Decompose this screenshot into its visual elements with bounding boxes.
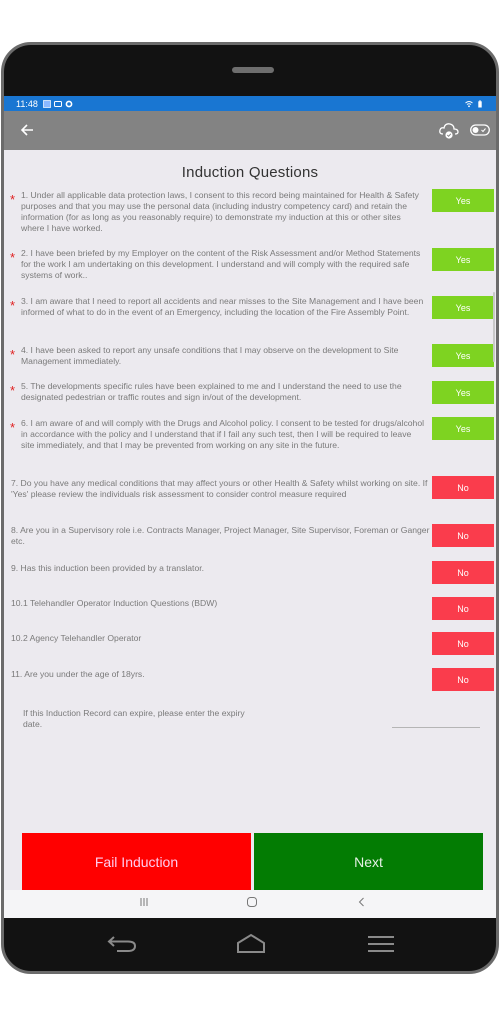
- system-nav-bar: [4, 890, 496, 918]
- question-text: 5. The developments specific rules have …: [21, 381, 402, 402]
- answer-toggle-button[interactable]: No: [432, 476, 494, 499]
- back-arrow-icon[interactable]: [106, 933, 138, 955]
- app-bar: [4, 111, 496, 150]
- question-text: 9. Has this induction been provided by a…: [11, 563, 204, 573]
- answer-toggle-button[interactable]: No: [432, 632, 494, 655]
- question-text: 8. Are you in a Supervisory role i.e. Co…: [11, 525, 430, 546]
- page-title: Induction Questions: [181, 164, 319, 181]
- nfc-icon: [43, 99, 51, 108]
- menu-icon[interactable]: [366, 933, 396, 955]
- question-text: 1. Under all applicable data protection …: [21, 190, 419, 233]
- expiry-date-input[interactable]: [392, 722, 480, 728]
- answer-toggle-button[interactable]: Yes: [432, 248, 494, 271]
- answer-toggle-button[interactable]: No: [432, 597, 494, 620]
- back-icon[interactable]: [356, 896, 368, 908]
- screen: 11:48 Induction Questions * 1. Under all…: [4, 96, 496, 918]
- battery-icon: [478, 99, 482, 107]
- answer-toggle-button[interactable]: Yes: [432, 417, 494, 440]
- answer-toggle-button[interactable]: Yes: [432, 344, 494, 367]
- hardware-home-icon[interactable]: [236, 933, 266, 955]
- wifi-icon: [465, 100, 473, 107]
- settings-icon: [65, 100, 73, 107]
- status-bar: 11:48: [4, 96, 496, 111]
- required-asterisk-icon: *: [10, 250, 16, 265]
- answer-toggle-button[interactable]: Yes: [432, 189, 494, 212]
- answer-toggle-button[interactable]: No: [432, 561, 494, 584]
- arrow-left-icon[interactable]: [18, 121, 36, 139]
- cloud-sync-icon[interactable]: [438, 120, 460, 140]
- question-text: 10.1 Telehandler Operator Induction Ques…: [11, 598, 218, 608]
- device-frame: 11:48 Induction Questions * 1. Under all…: [1, 42, 499, 974]
- answer-toggle-button[interactable]: No: [432, 668, 494, 691]
- toggle-icon[interactable]: [470, 123, 490, 136]
- required-asterisk-icon: *: [10, 298, 16, 313]
- scrollbar[interactable]: [493, 292, 495, 362]
- next-button[interactable]: Next: [254, 833, 483, 890]
- question-text: 11. Are you under the age of 18yrs.: [11, 669, 145, 679]
- home-icon[interactable]: [246, 896, 258, 908]
- answer-toggle-button[interactable]: No: [432, 524, 494, 547]
- answer-toggle-button[interactable]: Yes: [432, 296, 494, 319]
- question-text: 6. I am aware of and will comply with th…: [21, 418, 425, 450]
- question-text: 3. I am aware that I need to report all …: [21, 296, 424, 317]
- speaker-grille: [232, 67, 274, 73]
- question-text: 7. Do you have any medical conditions th…: [11, 478, 428, 499]
- question-text: 10.2 Agency Telehandler Operator: [11, 633, 142, 643]
- required-asterisk-icon: *: [10, 192, 16, 207]
- answer-toggle-button[interactable]: Yes: [432, 381, 494, 404]
- fail-induction-button[interactable]: Fail Induction: [22, 833, 251, 890]
- question-text: 2. I have been briefed by my Employer on…: [21, 248, 421, 280]
- recent-apps-icon[interactable]: [138, 896, 150, 908]
- message-icon: [53, 100, 62, 107]
- required-asterisk-icon: *: [10, 383, 16, 398]
- status-time: 11:48: [16, 98, 38, 109]
- question-text: 4. I have been asked to report any unsaf…: [21, 345, 399, 366]
- required-asterisk-icon: *: [10, 420, 16, 435]
- required-asterisk-icon: *: [10, 347, 16, 362]
- expiry-label: If this Induction Record can expire, ple…: [23, 708, 245, 729]
